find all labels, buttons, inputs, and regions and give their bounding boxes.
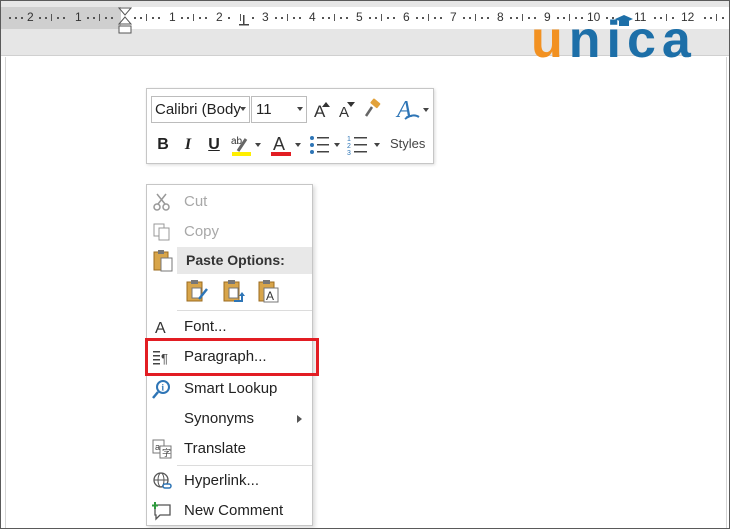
menu-item-smart-lookup[interactable]: i Smart Lookup	[147, 374, 312, 404]
svg-text:2: 2	[347, 143, 351, 150]
menu-item-label: Cut	[184, 193, 208, 210]
paste-options-header: Paste Options:	[177, 247, 312, 274]
menu-item-label: Synonyms	[184, 410, 255, 427]
submenu-arrow-icon	[297, 415, 302, 423]
menu-separator	[177, 310, 312, 311]
svg-text:A: A	[273, 134, 285, 154]
font-size-value: 11	[256, 101, 272, 118]
svg-text:A: A	[339, 104, 349, 120]
svg-text:3: 3	[347, 150, 351, 156]
numbering-icon[interactable]: 1 2 3	[347, 134, 383, 156]
paste-keep-text-only-icon[interactable]: A	[257, 279, 281, 305]
menu-item-copy[interactable]: Copy	[147, 217, 312, 247]
chevron-down-icon	[240, 107, 246, 111]
menu-item-label: Smart Lookup	[184, 380, 278, 397]
font-icon: A	[155, 320, 166, 337]
styles-icon[interactable]: A	[395, 95, 431, 123]
paste-merge-formatting-icon[interactable]	[222, 279, 246, 305]
indent-marker-icon[interactable]	[118, 7, 132, 35]
menu-item-cut[interactable]: Cut	[147, 187, 312, 217]
translate-icon: a 字	[152, 439, 172, 459]
menu-item-label: Copy	[184, 223, 220, 240]
svg-text:A: A	[266, 289, 274, 303]
bullets-icon[interactable]	[309, 134, 343, 156]
svg-text:A: A	[395, 97, 412, 123]
font-name-value: Calibri (Body	[155, 101, 241, 118]
svg-text:1: 1	[347, 136, 351, 143]
mini-toolbar: Calibri (Body 11 A A A B I U ab A 1 2 3 …	[146, 88, 434, 164]
styles-label: Styles	[390, 136, 426, 151]
copy-icon	[153, 223, 170, 241]
svg-text:a: a	[155, 442, 160, 452]
menu-item-label: Translate	[184, 440, 246, 457]
word-window: 2 1 1 2 3 4 5 6 7 8 9 10 11 12 unica Cal…	[0, 0, 730, 529]
font-size-combobox[interactable]: 11	[251, 96, 307, 123]
menu-item-hyperlink[interactable]: Hyperlink...	[147, 466, 312, 496]
format-painter-icon[interactable]	[363, 98, 383, 120]
paste-keep-formatting-icon[interactable]	[185, 279, 209, 305]
tab-stop-icon[interactable]	[239, 15, 249, 27]
menu-item-label: Hyperlink...	[184, 472, 260, 489]
svg-text:字: 字	[162, 447, 171, 458]
menu-item-synonyms[interactable]: Synonyms	[147, 404, 312, 434]
new-comment-icon	[152, 502, 171, 521]
underline-button[interactable]: U	[205, 133, 223, 157]
bold-button[interactable]: B	[154, 133, 172, 157]
menu-item-label: New Comment	[184, 502, 284, 519]
svg-text:A: A	[155, 320, 166, 337]
paragraph-highlight-box	[145, 338, 319, 376]
highlight-color-icon[interactable]: ab	[230, 133, 262, 159]
menu-item-new-comment[interactable]: New Comment	[147, 496, 312, 526]
hyperlink-icon	[153, 472, 172, 489]
logo-letter-u: u	[531, 11, 569, 69]
shrink-font-icon[interactable]: A	[338, 100, 356, 120]
scissors-icon	[153, 193, 170, 211]
graduation-cap-icon	[615, 15, 633, 26]
chevron-down-icon	[297, 107, 303, 111]
grow-font-icon[interactable]: A	[313, 100, 331, 120]
italic-button[interactable]: I	[180, 133, 196, 157]
font-name-combobox[interactable]: Calibri (Body	[151, 96, 250, 123]
menu-item-translate[interactable]: a 字 Translate	[147, 434, 312, 464]
clipboard-icon	[153, 250, 173, 272]
smart-lookup-icon: i	[152, 380, 170, 399]
font-color-icon[interactable]: A	[269, 131, 303, 159]
